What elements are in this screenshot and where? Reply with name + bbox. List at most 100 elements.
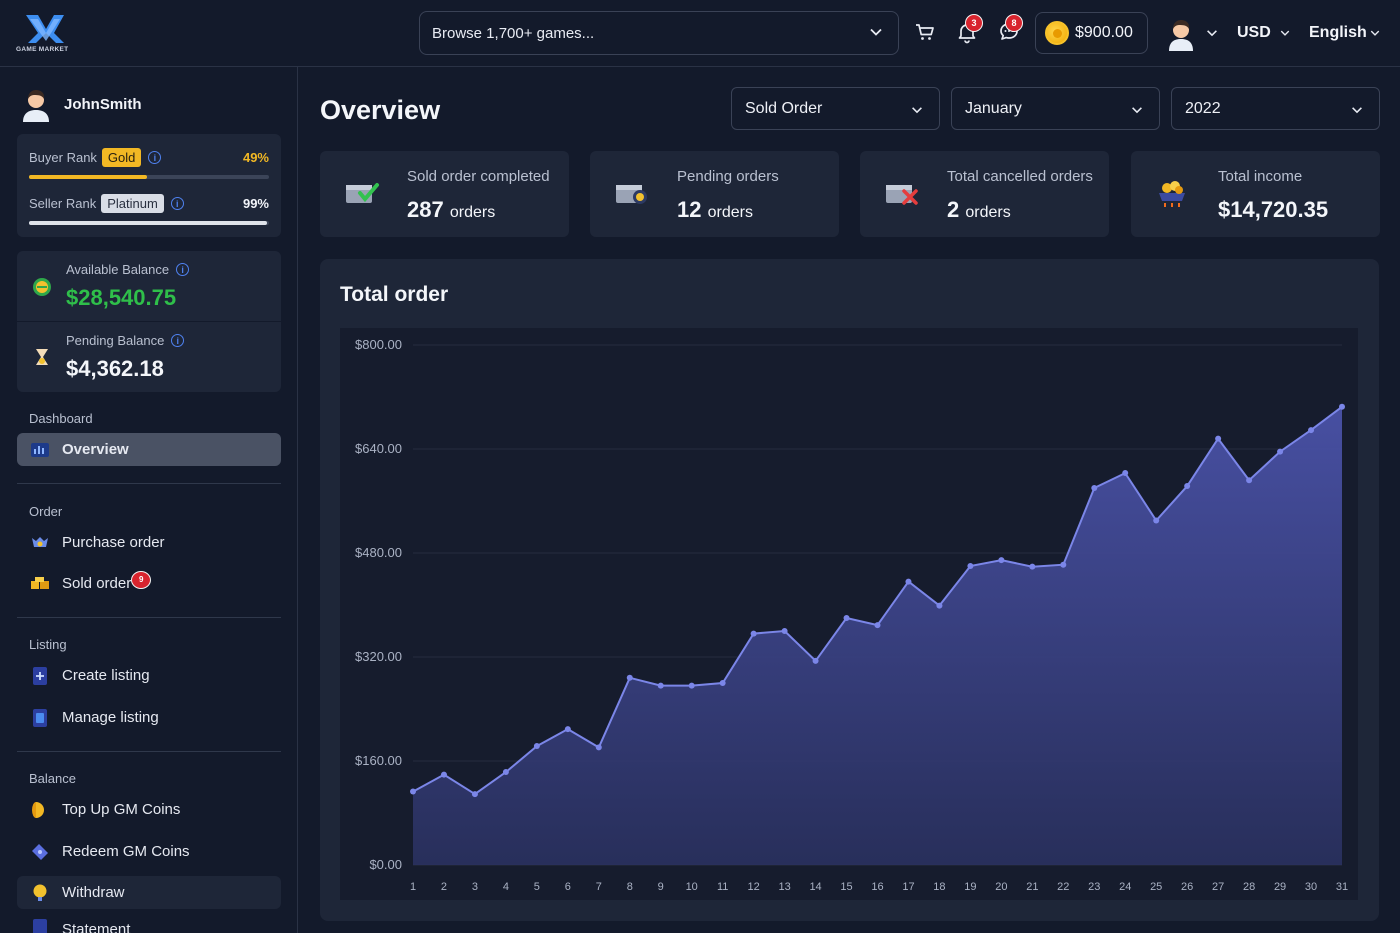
pending-balance-card: Pending Balance i $4,362.18 [17, 322, 281, 392]
chart-data-point[interactable] [688, 682, 695, 689]
chevron-down-icon[interactable] [1279, 27, 1291, 39]
info-icon[interactable]: i [176, 263, 190, 276]
year-select[interactable]: 2022 [1171, 87, 1380, 130]
chevron-down-icon [912, 107, 922, 114]
chevron-down-icon[interactable] [1205, 26, 1219, 40]
x-tick-label: 19 [964, 881, 976, 893]
available-balance-value: $28,540.75 [66, 285, 177, 310]
chart-data-point[interactable] [1153, 517, 1160, 524]
chart-data-point[interactable] [471, 791, 478, 798]
purchase-icon [32, 536, 48, 547]
chart-data-point[interactable] [1339, 403, 1345, 410]
sidebar-item-redeem[interactable]: Redeem GM Coins [17, 835, 281, 868]
sidebar-item-manage-listing[interactable]: Manage listing [17, 701, 281, 734]
sidebar-item-top-up[interactable]: Top Up GM Coins [17, 793, 281, 826]
buyer-rank-progress-fill [29, 175, 147, 179]
chart-data-point[interactable] [843, 615, 850, 621]
pending-balance-label: Pending Balance i [66, 333, 185, 348]
cards-icon [33, 708, 47, 727]
gold-bars-icon [31, 576, 49, 589]
chart-plot-area: $0.00 $160.00 $320.00 $480.00 $640.00 $800.00… [340, 328, 1358, 900]
cart-icon[interactable] [913, 20, 937, 44]
sidebar-item-label: Purchase order [62, 534, 165, 551]
chart-data-point[interactable] [440, 771, 447, 778]
message-count-badge: 8 [1005, 14, 1023, 32]
x-tick-label: 30 [1305, 881, 1317, 893]
chart-data-point[interactable] [1060, 561, 1067, 568]
chart-data-point[interactable] [564, 726, 571, 733]
chart-data-point[interactable] [1246, 477, 1253, 484]
currency-selector[interactable]: USD [1237, 24, 1271, 42]
x-tick-label: 15 [840, 881, 852, 893]
add-card-icon [33, 666, 47, 685]
stat-label: Pending orders [677, 168, 779, 185]
language-selector[interactable]: English [1309, 24, 1367, 42]
sidebar-item-label: Overview [62, 441, 129, 458]
buyer-rank-tag: Gold [101, 148, 142, 167]
chart-data-point[interactable] [750, 630, 757, 637]
chart-data-point[interactable] [657, 682, 664, 689]
sidebar-item-label: Manage listing [62, 709, 159, 726]
chart-data-point[interactable] [502, 769, 509, 776]
divider [17, 617, 281, 618]
x-tick-label: 7 [596, 881, 602, 893]
stat-number: 2 [947, 197, 960, 222]
x-tick-label: 22 [1057, 881, 1069, 893]
user-profile[interactable]: JohnSmith [20, 86, 142, 122]
sidebar-item-purchase-order[interactable]: Purchase order [17, 526, 281, 559]
chart-data-point[interactable] [905, 578, 912, 585]
chart-data-point[interactable] [595, 744, 602, 751]
x-tick-label: 8 [627, 881, 633, 893]
stat-label: Total cancelled orders [947, 168, 1093, 185]
sidebar-item-withdraw[interactable]: Withdraw [17, 876, 281, 909]
chart-data-point[interactable] [874, 622, 881, 629]
chart-data-point[interactable] [626, 674, 633, 681]
x-tick-label: 26 [1181, 881, 1193, 893]
avatar[interactable] [1166, 17, 1196, 51]
x-tick-label: 16 [871, 881, 883, 893]
info-icon[interactable]: i [171, 334, 185, 347]
chart-data-point[interactable] [1091, 485, 1098, 491]
chart-data-point[interactable] [781, 628, 788, 634]
x-tick-label: 25 [1150, 881, 1162, 893]
chart-data-point[interactable] [1122, 470, 1129, 477]
chart-data-point[interactable] [1029, 563, 1036, 570]
x-tick-label: 24 [1119, 881, 1131, 893]
info-icon[interactable]: i [148, 151, 162, 164]
chart-data-point[interactable] [1215, 435, 1222, 442]
order-type-select[interactable]: Sold Order [731, 87, 940, 130]
month-select[interactable]: January [951, 87, 1160, 130]
chart-data-point[interactable] [410, 788, 416, 795]
sidebar-item-sold-order[interactable]: Sold order 9 [17, 567, 281, 600]
chevron-down-icon [1132, 107, 1142, 114]
wallet-balance-button[interactable]: $900.00 [1035, 12, 1148, 54]
chevron-down-icon[interactable] [1369, 27, 1381, 39]
divider [17, 483, 281, 484]
y-tick-label: $160.00 [355, 753, 402, 768]
sidebar-item-label: Redeem GM Coins [62, 843, 190, 860]
chart-data-point[interactable] [998, 557, 1005, 564]
statement-icon [33, 919, 47, 933]
info-icon[interactable]: i [170, 197, 184, 210]
chart-data-point[interactable] [1277, 448, 1284, 455]
chart-data-point[interactable] [719, 680, 726, 686]
sidebar-item-create-listing[interactable]: Create listing [17, 659, 281, 692]
x-tick-label: 21 [1026, 881, 1038, 893]
x-tick-label: 9 [658, 881, 664, 893]
section-listing: Listing [29, 637, 67, 652]
completed-order-icon [346, 183, 379, 203]
chart-data-point[interactable] [936, 602, 943, 609]
sidebar-item-statement[interactable]: Statement [17, 917, 281, 933]
chart-area-fill [413, 406, 1342, 865]
chart-data-point[interactable] [967, 563, 974, 569]
chart-data-point[interactable] [1308, 427, 1315, 434]
chart-data-point[interactable] [533, 743, 540, 750]
hourglass-coin-icon [36, 349, 48, 365]
month-value: January [965, 99, 1022, 117]
pending-order-icon [616, 185, 647, 204]
sidebar-item-overview[interactable]: Overview [17, 433, 281, 466]
game-search-dropdown[interactable]: Browse 1,700+ games... [419, 11, 899, 55]
total-order-chart[interactable]: $0.00 $160.00 $320.00 $480.00 $640.00 $800.00… [340, 328, 1358, 900]
chart-data-point[interactable] [1184, 483, 1191, 490]
chart-data-point[interactable] [812, 657, 819, 664]
